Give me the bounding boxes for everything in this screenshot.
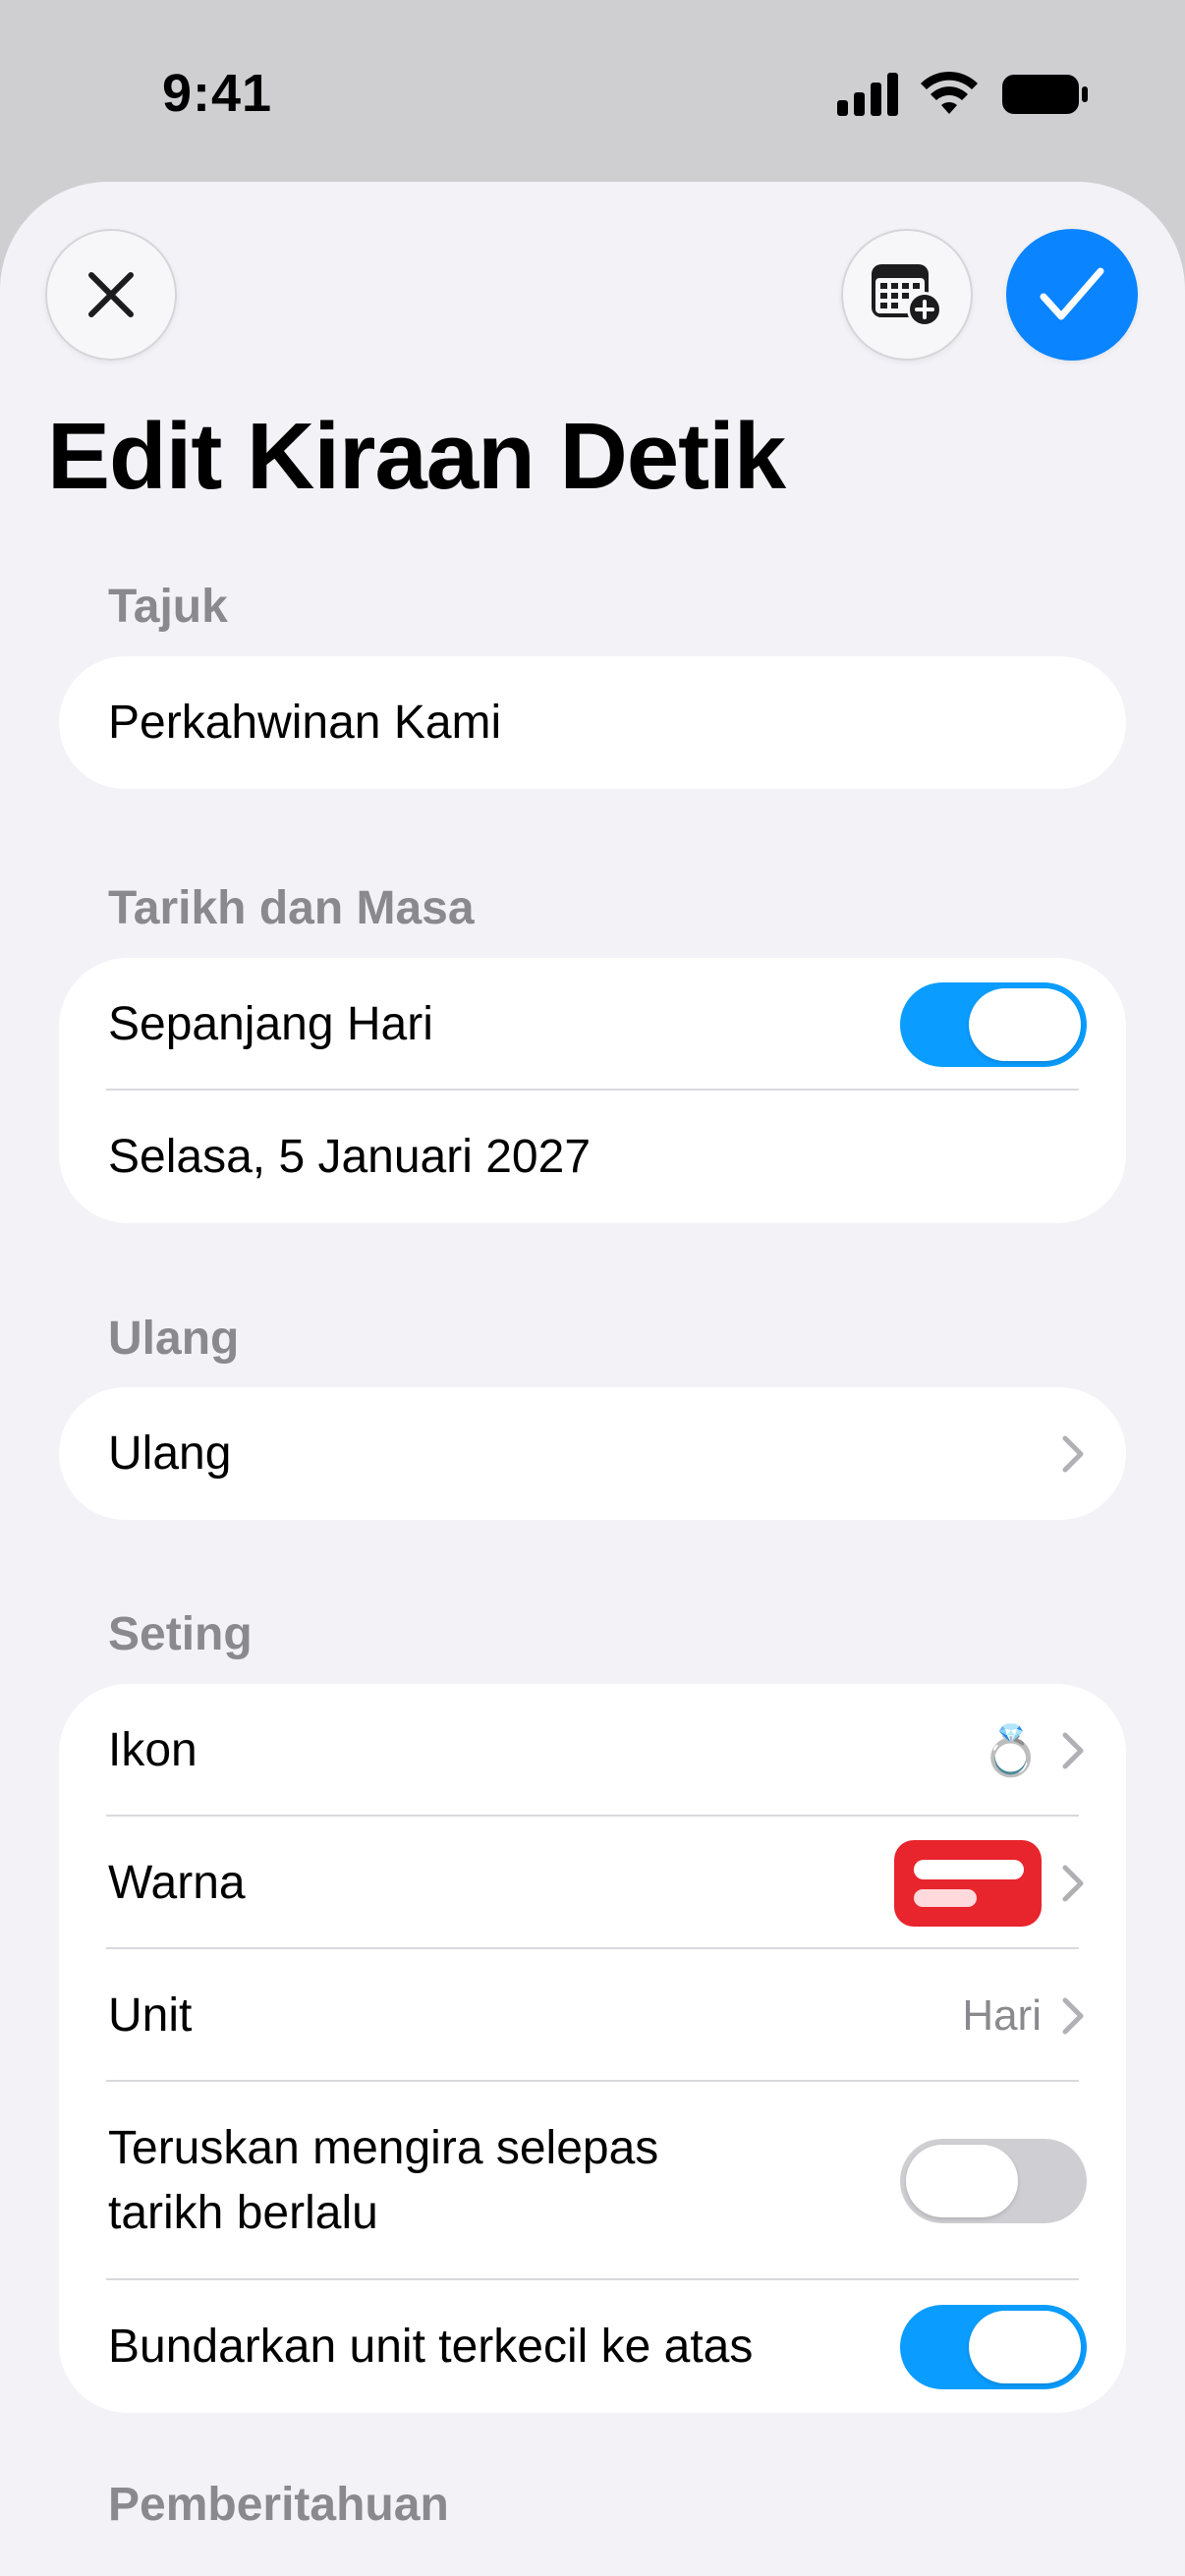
ring-icon: 💍 bbox=[980, 1722, 1042, 1778]
title-input[interactable]: Perkahwinan Kami bbox=[108, 696, 501, 750]
status-time: 9:41 bbox=[162, 64, 273, 123]
chevron-right-icon bbox=[1062, 1732, 1084, 1768]
checkmark-icon bbox=[1040, 267, 1104, 320]
all-day-row: Sepanjang Hari bbox=[59, 958, 1126, 1091]
cellular-signal-icon bbox=[837, 73, 898, 116]
close-button[interactable] bbox=[45, 229, 177, 361]
color-label: Warna bbox=[108, 1857, 246, 1909]
date-value[interactable]: Selasa, 5 Januari 2027 bbox=[108, 1130, 591, 1184]
calendar-add-icon bbox=[872, 264, 942, 327]
unit-label: Unit bbox=[108, 1989, 193, 2042]
close-icon bbox=[88, 272, 134, 317]
continue-counting-row: Teruskan mengira selepas tarikh berlalu bbox=[59, 2082, 1126, 2280]
icon-row[interactable]: Ikon 💍 bbox=[59, 1684, 1126, 1817]
datetime-card: Sepanjang Hari Selasa, 5 Januari 2027 bbox=[59, 958, 1126, 1223]
chevron-right-icon bbox=[1062, 1435, 1084, 1472]
chevron-right-icon bbox=[1062, 1997, 1084, 2034]
title-card: Perkahwinan Kami bbox=[59, 656, 1126, 789]
status-bar: 9:41 bbox=[0, 0, 1185, 187]
edit-countdown-sheet: Edit Kiraan Detik Tajuk Perkahwinan Kami… bbox=[0, 182, 1185, 2576]
wifi-icon bbox=[921, 71, 978, 114]
add-to-calendar-button[interactable] bbox=[841, 229, 973, 361]
continue-counting-label: Teruskan mengira selepas tarikh berlalu bbox=[108, 2122, 659, 2239]
title-input-row[interactable]: Perkahwinan Kami bbox=[59, 656, 1126, 789]
confirm-button[interactable] bbox=[1006, 229, 1138, 361]
repeat-row[interactable]: Ulang bbox=[59, 1387, 1126, 1520]
icon-label: Ikon bbox=[108, 1724, 198, 1776]
all-day-toggle[interactable] bbox=[900, 981, 1087, 1067]
round-up-row: Bundarkan unit terkecil ke atas bbox=[59, 2280, 1126, 2413]
section-label-settings: Seting bbox=[108, 1608, 253, 1660]
unit-value: Hari bbox=[962, 1990, 1042, 2040]
continue-counting-toggle[interactable] bbox=[900, 2139, 1087, 2223]
repeat-label: Ulang bbox=[108, 1428, 232, 1480]
unit-row[interactable]: Unit Hari bbox=[59, 1949, 1126, 2082]
section-label-notifications: Pemberitahuan bbox=[108, 2479, 449, 2531]
battery-icon bbox=[1002, 75, 1088, 114]
round-up-label: Bundarkan unit terkecil ke atas bbox=[108, 2321, 754, 2373]
round-up-toggle[interactable] bbox=[900, 2304, 1087, 2389]
date-row[interactable]: Selasa, 5 Januari 2027 bbox=[59, 1091, 1126, 1223]
color-swatch bbox=[894, 1839, 1042, 1927]
section-label-title: Tajuk bbox=[108, 581, 228, 633]
color-row[interactable]: Warna bbox=[59, 1817, 1126, 1949]
settings-card: Ikon 💍 Warna Unit Hari Teruskan mengira … bbox=[59, 1684, 1126, 2413]
section-label-datetime: Tarikh dan Masa bbox=[108, 882, 475, 934]
page-title: Edit Kiraan Detik bbox=[47, 404, 786, 509]
section-label-repeat: Ulang bbox=[108, 1313, 240, 1365]
all-day-label: Sepanjang Hari bbox=[108, 998, 433, 1050]
repeat-card: Ulang bbox=[59, 1387, 1126, 1520]
chevron-right-icon bbox=[1062, 1865, 1084, 1901]
